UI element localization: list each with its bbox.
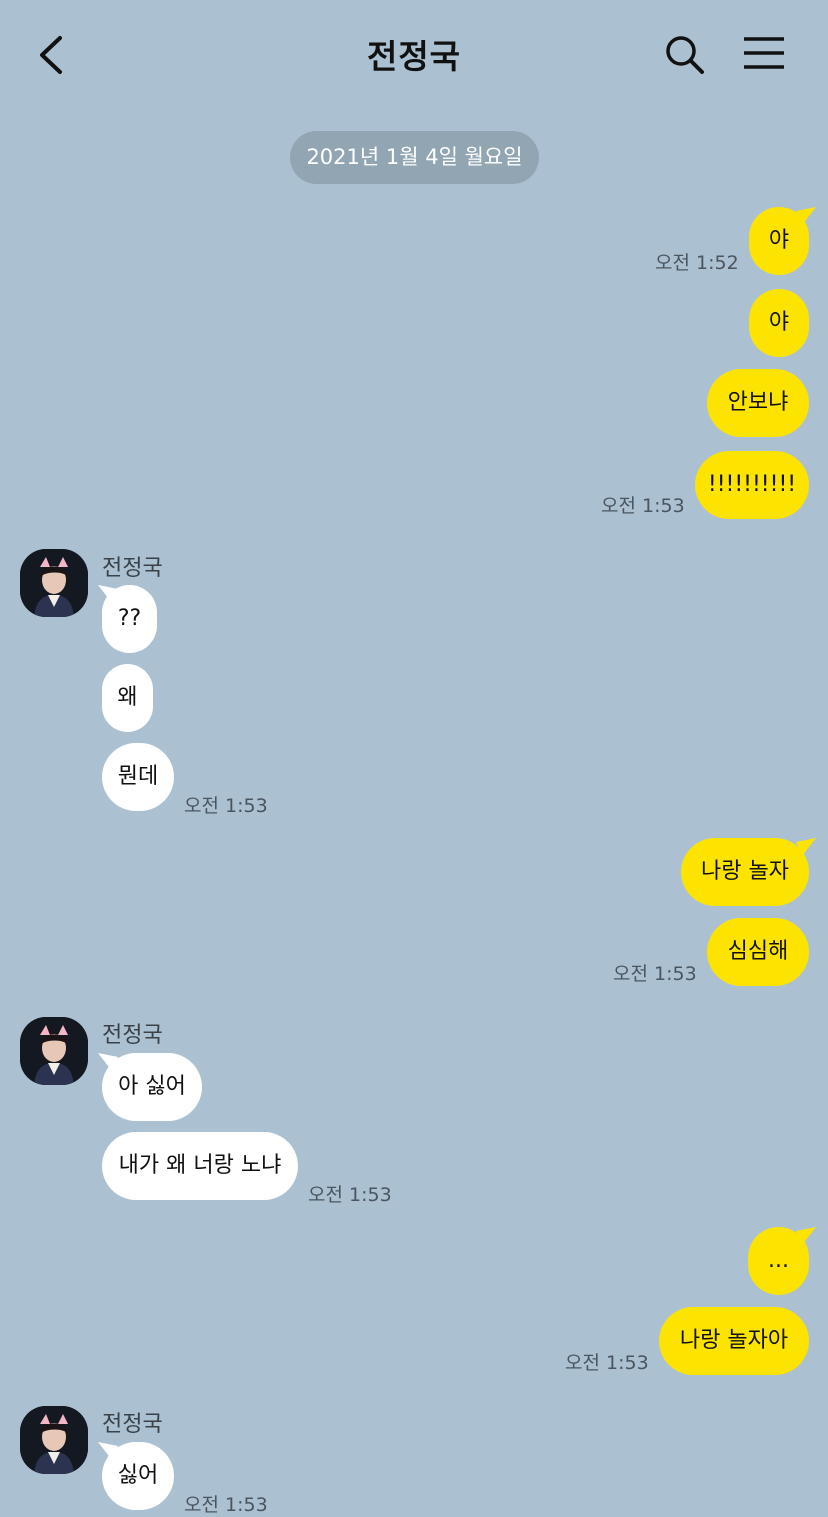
my-message-bubble[interactable]: 나랑 놀자 <box>681 838 809 906</box>
their-message-bubble[interactable]: 싫어 <box>102 1442 174 1510</box>
message-time: 오전 1:53 <box>565 1352 649 1374</box>
search-button[interactable] <box>660 32 708 78</box>
my-message-bubble[interactable]: 나랑 놀자아 <box>659 1307 809 1375</box>
profile-photo <box>20 549 88 617</box>
hamburger-menu-icon <box>744 37 784 69</box>
message-time: 오전 1:52 <box>655 252 739 274</box>
sender-name: 전정국 <box>102 556 163 581</box>
date-divider: 2021년 1월 4일 월요일 <box>290 131 539 184</box>
message-time: 오전 1:53 <box>613 963 697 985</box>
my-message-bubble[interactable]: ... <box>748 1227 809 1295</box>
my-message-bubble[interactable]: !!!!!!!!!! <box>695 451 809 519</box>
sender-name: 전정국 <box>102 1412 163 1437</box>
avatar[interactable] <box>20 1406 88 1474</box>
their-message-bubble[interactable]: 아 싫어 <box>102 1053 202 1121</box>
their-message-bubble[interactable]: 내가 왜 너랑 노냐 <box>102 1132 298 1200</box>
their-message-bubble[interactable]: ?? <box>102 585 157 653</box>
my-message-bubble[interactable]: 야 <box>749 207 809 275</box>
avatar[interactable] <box>20 1017 88 1085</box>
my-message-bubble[interactable]: 안보냐 <box>707 369 809 437</box>
chat-header: 전정국 <box>0 0 828 110</box>
menu-button[interactable] <box>740 34 788 74</box>
sender-name: 전정국 <box>102 1023 163 1048</box>
profile-photo <box>20 1017 88 1085</box>
message-time: 오전 1:53 <box>601 495 685 517</box>
message-time: 오전 1:53 <box>184 795 268 817</box>
my-message-bubble[interactable]: 야 <box>749 289 809 357</box>
message-time: 오전 1:53 <box>184 1494 268 1516</box>
message-time: 오전 1:53 <box>308 1184 392 1206</box>
avatar[interactable] <box>20 549 88 617</box>
my-message-bubble[interactable]: 심심해 <box>707 918 809 986</box>
their-message-bubble[interactable]: 뭔데 <box>102 743 174 811</box>
profile-photo <box>20 1406 88 1474</box>
their-message-bubble[interactable]: 왜 <box>102 664 153 732</box>
search-icon <box>666 36 704 74</box>
